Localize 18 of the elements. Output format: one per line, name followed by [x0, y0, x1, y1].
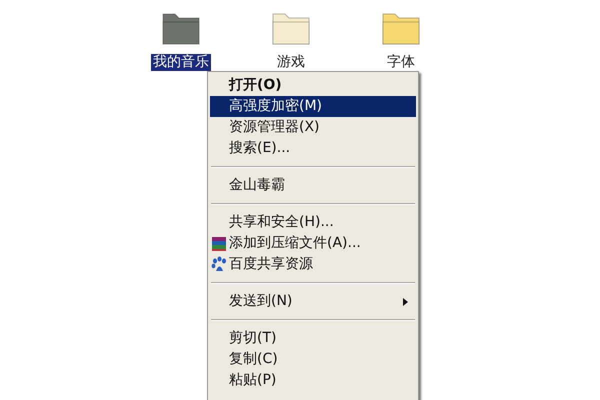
- folder-label[interactable]: 游戏: [275, 54, 307, 71]
- menu-item[interactable]: 添加到压缩文件(A)...: [210, 233, 416, 254]
- menu-item[interactable]: 粘贴(P): [210, 370, 416, 391]
- menu-item[interactable]: 打开(O): [210, 75, 416, 96]
- folder-label[interactable]: 字体: [385, 54, 417, 71]
- menu-item[interactable]: 搜索(E)...: [210, 138, 416, 159]
- menu-item[interactable]: 百度共享资源: [210, 254, 416, 275]
- books-icon: [211, 235, 228, 252]
- menu-item[interactable]: 高强度加密(M): [210, 96, 416, 117]
- submenu-arrow-icon: [403, 298, 408, 306]
- paw-icon: [211, 256, 228, 273]
- folder-label[interactable]: 我的音乐: [151, 54, 211, 71]
- menu-item[interactable]: 复制(C): [210, 349, 416, 370]
- menu-item[interactable]: 共享和安全(H)...: [210, 212, 416, 233]
- menu-item[interactable]: 剪切(T): [210, 328, 416, 349]
- menu-item[interactable]: 金山毒霸: [210, 175, 416, 196]
- menu-item[interactable]: 资源管理器(X): [210, 117, 416, 138]
- menu-item[interactable]: 发送到(N): [210, 291, 416, 312]
